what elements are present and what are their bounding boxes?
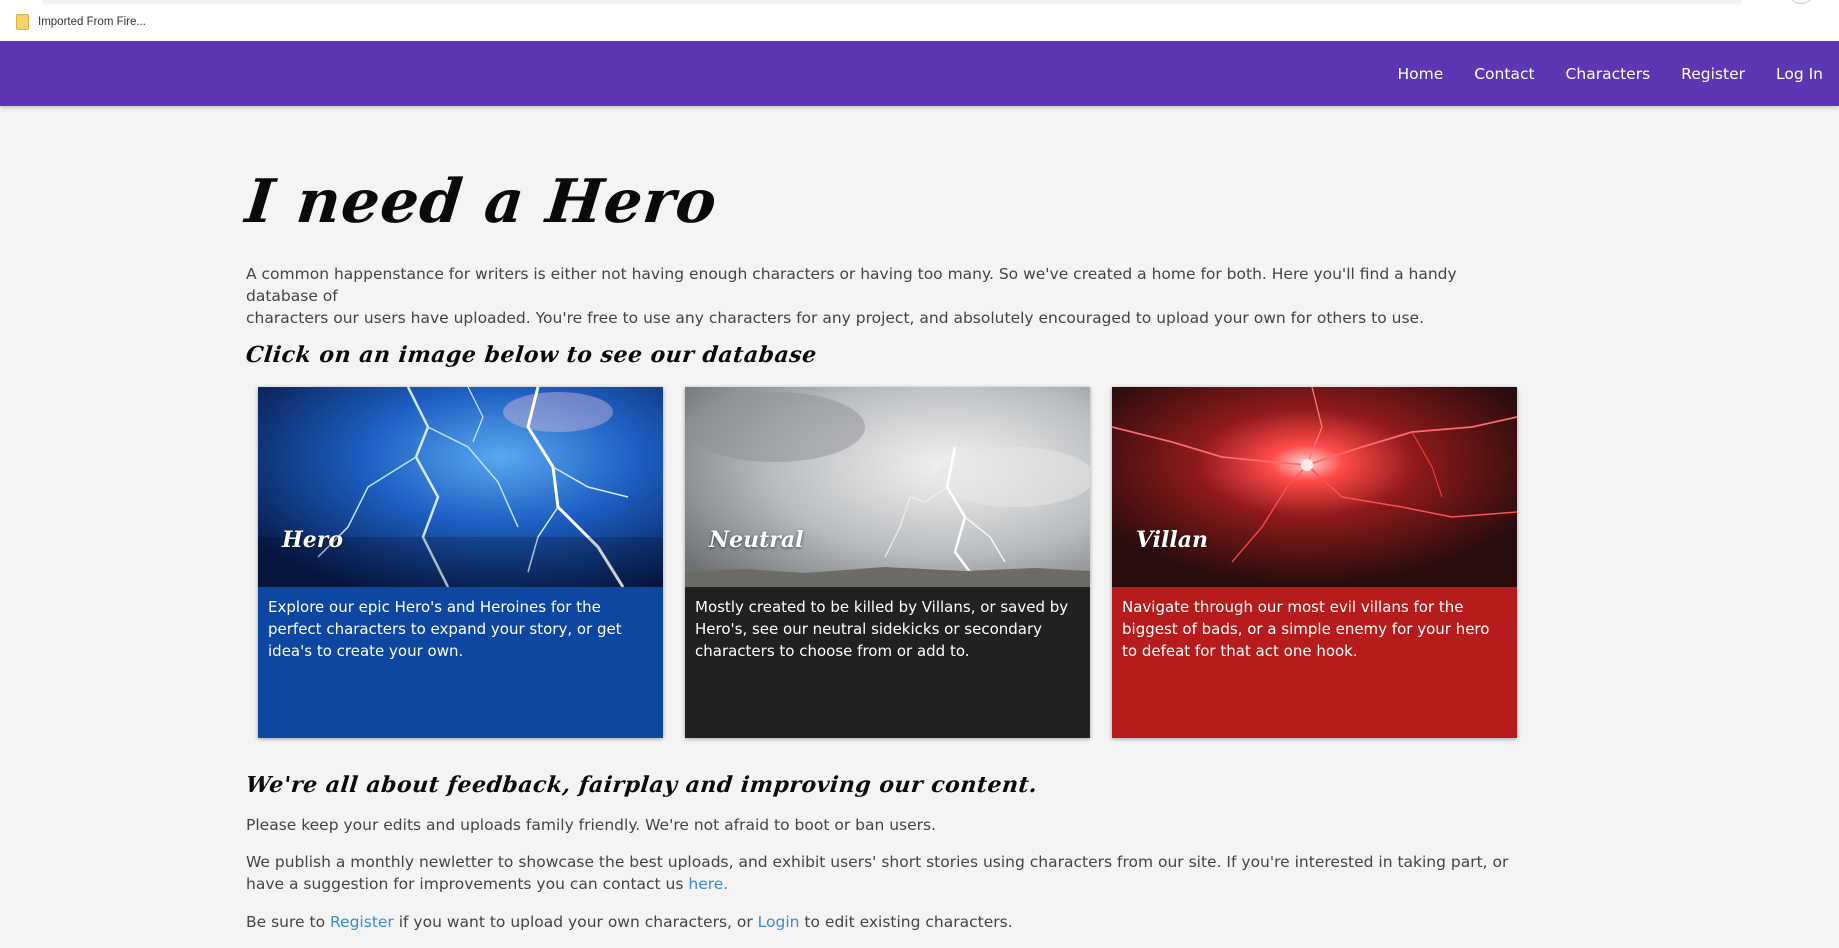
villan-card[interactable]: Villan Navigate through our most evil vi… [1112,387,1517,738]
register-login-paragraph: Be sure to Register if you want to uploa… [246,911,1516,933]
register-link[interactable]: Register [330,913,394,931]
address-bar-edge[interactable] [42,0,1742,4]
bookmark-label: Imported From Fire... [38,15,146,28]
register-middle-text: if you want to upload your own character… [393,913,758,931]
nav-characters-link[interactable]: Characters [1566,65,1651,83]
database-heading: Click on an image below to see our datab… [244,342,819,368]
category-cards: Hero Explore our epic Hero's and Heroine… [258,387,1518,738]
villan-card-description: Navigate through our most evil villans f… [1112,587,1517,738]
folder-icon [16,13,29,30]
villan-card-label: Villan [1136,527,1209,553]
bookmarks-bar: Imported From Fire... [0,0,1839,41]
nav-links: Home Contact Characters Register Log In [1397,41,1823,106]
nav-home-link[interactable]: Home [1397,65,1443,83]
neutral-card-label: Neutral [709,527,804,553]
bookmark-folder-imported[interactable]: Imported From Fire... [16,13,146,30]
login-link[interactable]: Login [758,913,800,931]
nav-register-link[interactable]: Register [1681,65,1745,83]
nav-login-link[interactable]: Log In [1776,65,1823,83]
register-prefix-text: Be sure to [246,913,330,931]
feedback-heading: We're all about feedback, fairplay and i… [244,772,1039,798]
intro-line-1: A common happenstance for writers is eit… [246,265,1457,305]
family-friendly-paragraph: Please keep your edits and uploads famil… [246,816,937,834]
hero-card-description: Explore our epic Hero's and Heroines for… [258,587,663,738]
intro-paragraph: A common happenstance for writers is eit… [246,263,1516,329]
profile-icon[interactable] [1790,0,1812,4]
newsletter-paragraph: We publish a monthly newletter to showca… [246,851,1516,895]
hero-card-label: Hero [282,527,344,553]
newsletter-text: We publish a monthly newletter to showca… [246,853,1509,893]
neutral-card-description: Mostly created to be killed by Villans, … [685,587,1090,738]
site-navbar: Home Contact Characters Register Log In [0,41,1839,106]
neutral-lightning-image[interactable]: Neutral [685,387,1090,587]
intro-line-2: characters our users have uploaded. You'… [246,309,1424,327]
register-suffix-text: to edit existing characters. [799,913,1013,931]
hero-lightning-image[interactable]: Hero [258,387,663,587]
neutral-card[interactable]: Neutral Mostly created to be killed by V… [685,387,1090,738]
nav-contact-link[interactable]: Contact [1474,65,1534,83]
page-title: I need a Hero [242,167,721,237]
villan-lightning-image[interactable]: Villan [1112,387,1517,587]
hero-card[interactable]: Hero Explore our epic Hero's and Heroine… [258,387,663,738]
contact-here-link[interactable]: here. [688,875,728,893]
